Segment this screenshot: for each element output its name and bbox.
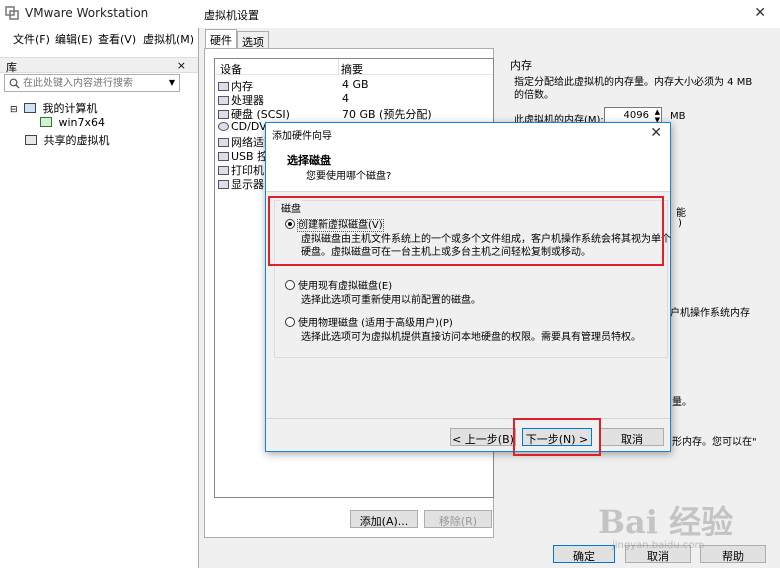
baidu-watermark: Bai 经验 <box>598 503 734 541</box>
memory-text-fragment: 能 <box>676 208 686 219</box>
add-button[interactable]: 添加(A)... <box>350 510 418 528</box>
wizard-title: 添加硬件向导 <box>272 131 332 142</box>
option-description: 选择此选项可重新使用以前配置的磁盘。 <box>301 295 481 306</box>
vm-icon <box>40 117 52 127</box>
computer-icon <box>24 103 37 113</box>
device-row-harddisk[interactable]: 硬盘 (SCSI) <box>218 106 290 121</box>
device-row-printer[interactable]: 打印机 <box>218 162 264 177</box>
device-row-usb[interactable]: USB 控 <box>218 148 268 163</box>
vmware-titlebar: VMware Workstation <box>0 0 200 26</box>
search-icon <box>9 78 20 89</box>
collapse-icon[interactable]: ⊟ <box>10 105 18 115</box>
ok-button[interactable]: 确定 <box>553 545 615 563</box>
library-close-icon[interactable]: × <box>177 59 186 72</box>
memory-description-2: 的倍数。 <box>514 90 554 101</box>
option-use-physical-disk[interactable]: 使用物理磁盘 (适用于高级用户)(P) <box>285 314 453 329</box>
wizard-heading: 选择磁盘 <box>287 154 331 167</box>
option-label: 使用物理磁盘 (适用于高级用户)(P) <box>298 318 453 329</box>
usb-icon <box>218 152 229 161</box>
network-icon <box>218 138 229 147</box>
wizard-separator <box>266 418 670 419</box>
tree-item-win7x64[interactable]: win7x64 <box>40 116 105 132</box>
close-icon[interactable]: ✕ <box>650 125 662 141</box>
shared-vm-icon <box>25 135 37 145</box>
column-divider <box>338 59 339 75</box>
wizard-header: 选择磁盘 您要使用哪个磁盘? <box>266 145 670 192</box>
col-device[interactable]: 设备 <box>220 61 242 77</box>
menu-view[interactable]: 查看(V) <box>98 31 136 47</box>
option-label: 使用现有虚拟磁盘(E) <box>298 281 393 292</box>
device-name: 显示器 <box>231 178 264 191</box>
device-summary: 4 <box>342 92 349 105</box>
memory-value: 4096 <box>623 110 649 121</box>
memory-text-fragment: ) <box>678 218 682 229</box>
memory-unit: MB <box>670 111 686 122</box>
memory-text-fragment: 形内存。您可以在" <box>672 437 757 448</box>
device-row-processor[interactable]: 处理器 <box>218 92 264 107</box>
option-use-existing-disk[interactable]: 使用现有虚拟磁盘(E) <box>285 277 392 292</box>
back-button[interactable]: < 上一步(B) <box>450 428 516 446</box>
menu-vm[interactable]: 虚拟机(M) <box>143 31 194 47</box>
library-search[interactable]: ▼ <box>4 74 180 92</box>
memory-icon <box>218 82 229 91</box>
settings-title: 虚拟机设置 <box>204 9 259 22</box>
cd-icon <box>218 122 229 131</box>
library-search-input[interactable] <box>23 76 163 90</box>
radio-icon[interactable] <box>285 280 295 290</box>
device-list-header: 设备 摘要 <box>215 59 493 77</box>
tree-label: 共享的虚拟机 <box>43 134 110 147</box>
highlight-create-new-disk <box>268 196 664 266</box>
radio-icon[interactable] <box>285 317 295 327</box>
display-icon <box>218 180 229 189</box>
menu-edit[interactable]: 编辑(E) <box>55 31 93 47</box>
option-description: 选择此选项可为虚拟机提供直接访问本地硬盘的权限。需要具有管理员特权。 <box>301 332 641 343</box>
cpu-icon <box>218 96 229 105</box>
vmware-logo-icon <box>5 6 19 20</box>
device-row-memory[interactable]: 内存 <box>218 78 253 93</box>
vmware-menubar: 文件(F) 编辑(E) 查看(V) 虚拟机(M) <box>0 28 200 48</box>
close-icon[interactable]: ✕ <box>754 5 766 21</box>
highlight-next-button <box>513 418 601 456</box>
menu-file[interactable]: 文件(F) <box>13 31 50 47</box>
library-header: 库 × <box>0 57 200 74</box>
baidu-watermark-url: jingyan.baidu.com <box>612 540 705 551</box>
col-summary[interactable]: 摘要 <box>341 61 363 77</box>
device-summary: 70 GB (预先分配) <box>342 108 432 121</box>
tree-item-shared-vms[interactable]: 共享的虚拟机 <box>25 132 110 148</box>
device-summary: 4 GB <box>342 78 369 91</box>
tree-label: win7x64 <box>58 116 106 129</box>
printer-icon <box>218 166 229 175</box>
memory-group-label: 内存 <box>510 59 532 72</box>
remove-button: 移除(R) <box>424 510 492 528</box>
tree-label: 我的计算机 <box>42 102 98 115</box>
device-row-display[interactable]: 显示器 <box>218 176 264 191</box>
memory-text-fragment: 量。 <box>672 397 692 408</box>
library-label: 库 <box>6 61 17 74</box>
settings-titlebar: 虚拟机设置 ✕ <box>198 0 780 28</box>
tab-options[interactable]: 选项 <box>237 31 269 49</box>
harddisk-icon <box>218 110 229 119</box>
chevron-down-icon[interactable]: ▼ <box>169 78 175 87</box>
memory-text-fragment: 户机操作系统内存 <box>670 308 750 319</box>
help-button[interactable]: 帮助 <box>700 545 766 563</box>
tree-item-my-computer[interactable]: ⊟ 我的计算机 <box>10 100 98 116</box>
wizard-cancel-button[interactable]: 取消 <box>600 428 664 446</box>
vmware-title: VMware Workstation <box>25 6 149 20</box>
tab-hardware[interactable]: 硬件 <box>205 29 237 49</box>
wizard-titlebar: 添加硬件向导 ✕ <box>266 123 670 145</box>
wizard-subheading: 您要使用哪个磁盘? <box>306 171 392 182</box>
